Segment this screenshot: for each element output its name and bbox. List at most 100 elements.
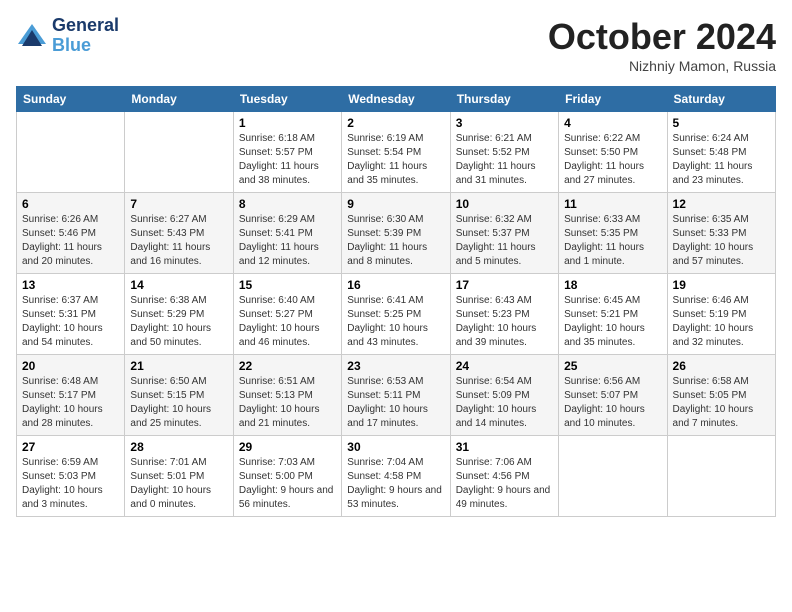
weekday-header-thursday: Thursday xyxy=(450,87,558,112)
day-number: 13 xyxy=(22,278,119,292)
day-info: Sunrise: 6:46 AMSunset: 5:19 PMDaylight:… xyxy=(673,294,770,350)
day-number: 11 xyxy=(564,197,661,211)
calendar-cell: 19 Sunrise: 6:46 AMSunset: 5:19 PMDayligh… xyxy=(667,274,775,355)
day-number: 21 xyxy=(130,359,227,373)
day-number: 2 xyxy=(347,116,444,130)
calendar-cell: 22 Sunrise: 6:51 AMSunset: 5:13 PMDayligh… xyxy=(233,355,341,436)
day-info: Sunrise: 6:53 AMSunset: 5:11 PMDaylight:… xyxy=(347,375,444,431)
day-number: 23 xyxy=(347,359,444,373)
weekday-header-sunday: Sunday xyxy=(17,87,125,112)
day-number: 14 xyxy=(130,278,227,292)
day-info: Sunrise: 6:27 AMSunset: 5:43 PMDaylight:… xyxy=(130,213,227,269)
calendar-cell: 30Sunrise: 7:04 AMSunset: 4:58 PMDayligh… xyxy=(342,436,450,517)
day-info: Sunrise: 6:43 AMSunset: 5:23 PMDaylight:… xyxy=(456,294,553,350)
calendar-cell xyxy=(559,436,667,517)
day-info: Sunrise: 6:58 AMSunset: 5:05 PMDaylight:… xyxy=(673,375,770,431)
day-number: 5 xyxy=(673,116,770,130)
logo: General Blue xyxy=(16,16,119,56)
calendar-cell xyxy=(17,112,125,193)
day-number: 26 xyxy=(673,359,770,373)
day-number: 4 xyxy=(564,116,661,130)
calendar-cell: 6 Sunrise: 6:26 AMSunset: 5:46 PMDaylight… xyxy=(17,193,125,274)
calendar-cell: 4 Sunrise: 6:22 AMSunset: 5:50 PMDaylight… xyxy=(559,112,667,193)
calendar-cell: 29 Sunrise: 7:03 AMSunset: 5:00 PMDayligh… xyxy=(233,436,341,517)
calendar-cell: 21 Sunrise: 6:50 AMSunset: 5:15 PMDayligh… xyxy=(125,355,233,436)
day-info: Sunrise: 6:37 AMSunset: 5:31 PMDaylight:… xyxy=(22,294,119,350)
day-info: Sunrise: 7:03 AMSunset: 5:00 PMDaylight:… xyxy=(239,456,336,512)
calendar-cell: 2 Sunrise: 6:19 AMSunset: 5:54 PMDaylight… xyxy=(342,112,450,193)
day-number: 28 xyxy=(130,440,227,454)
day-info: Sunrise: 6:26 AMSunset: 5:46 PMDaylight:… xyxy=(22,213,119,269)
day-info: Sunrise: 6:38 AMSunset: 5:29 PMDaylight:… xyxy=(130,294,227,350)
title-block: October 2024 Nizhniy Mamon, Russia xyxy=(548,16,776,74)
day-info: Sunrise: 6:56 AMSunset: 5:07 PMDaylight:… xyxy=(564,375,661,431)
weekday-header-tuesday: Tuesday xyxy=(233,87,341,112)
calendar-cell: 31 Sunrise: 7:06 AMSunset: 4:56 PMDayligh… xyxy=(450,436,558,517)
day-info: Sunrise: 6:50 AMSunset: 5:15 PMDaylight:… xyxy=(130,375,227,431)
logo-icon xyxy=(16,22,48,50)
day-info: Sunrise: 6:51 AMSunset: 5:13 PMDaylight:… xyxy=(239,375,336,431)
day-number: 20 xyxy=(22,359,119,373)
calendar-cell: 24 Sunrise: 6:54 AMSunset: 5:09 PMDayligh… xyxy=(450,355,558,436)
day-number: 22 xyxy=(239,359,336,373)
day-info: Sunrise: 6:33 AMSunset: 5:35 PMDaylight:… xyxy=(564,213,661,269)
day-number: 27 xyxy=(22,440,119,454)
calendar-cell: 9 Sunrise: 6:30 AMSunset: 5:39 PMDaylight… xyxy=(342,193,450,274)
day-info: Sunrise: 7:01 AMSunset: 5:01 PMDaylight:… xyxy=(130,456,227,512)
day-info: Sunrise: 6:41 AMSunset: 5:25 PMDaylight:… xyxy=(347,294,444,350)
day-info: Sunrise: 6:29 AMSunset: 5:41 PMDaylight:… xyxy=(239,213,336,269)
logo-text: General Blue xyxy=(52,16,119,56)
day-info: Sunrise: 6:24 AMSunset: 5:48 PMDaylight:… xyxy=(673,132,770,188)
day-info: Sunrise: 7:06 AMSunset: 4:56 PMDaylight:… xyxy=(456,456,553,512)
day-info: Sunrise: 6:40 AMSunset: 5:27 PMDaylight:… xyxy=(239,294,336,350)
day-info: Sunrise: 6:32 AMSunset: 5:37 PMDaylight:… xyxy=(456,213,553,269)
day-number: 16 xyxy=(347,278,444,292)
day-number: 25 xyxy=(564,359,661,373)
day-info: Sunrise: 6:30 AMSunset: 5:39 PMDaylight:… xyxy=(347,213,444,269)
calendar-cell: 12 Sunrise: 6:35 AMSunset: 5:33 PMDayligh… xyxy=(667,193,775,274)
day-info: Sunrise: 6:35 AMSunset: 5:33 PMDaylight:… xyxy=(673,213,770,269)
day-info: Sunrise: 6:21 AMSunset: 5:52 PMDaylight:… xyxy=(456,132,553,188)
day-number: 7 xyxy=(130,197,227,211)
calendar-cell: 28 Sunrise: 7:01 AMSunset: 5:01 PMDayligh… xyxy=(125,436,233,517)
day-number: 6 xyxy=(22,197,119,211)
calendar-cell: 27 Sunrise: 6:59 AMSunset: 5:03 PMDayligh… xyxy=(17,436,125,517)
calendar-cell: 15Sunrise: 6:40 AMSunset: 5:27 PMDayligh… xyxy=(233,274,341,355)
day-number: 29 xyxy=(239,440,336,454)
day-number: 19 xyxy=(673,278,770,292)
day-info: Sunrise: 6:48 AMSunset: 5:17 PMDaylight:… xyxy=(22,375,119,431)
day-info: Sunrise: 6:45 AMSunset: 5:21 PMDaylight:… xyxy=(564,294,661,350)
day-number: 24 xyxy=(456,359,553,373)
day-number: 1 xyxy=(239,116,336,130)
day-number: 17 xyxy=(456,278,553,292)
calendar-cell: 3 Sunrise: 6:21 AMSunset: 5:52 PMDaylight… xyxy=(450,112,558,193)
day-number: 10 xyxy=(456,197,553,211)
calendar-cell xyxy=(667,436,775,517)
day-number: 9 xyxy=(347,197,444,211)
weekday-header-monday: Monday xyxy=(125,87,233,112)
page-header: General Blue October 2024 Nizhniy Mamon,… xyxy=(16,16,776,74)
calendar-cell: 23 Sunrise: 6:53 AMSunset: 5:11 PMDayligh… xyxy=(342,355,450,436)
weekday-header-saturday: Saturday xyxy=(667,87,775,112)
day-info: Sunrise: 6:22 AMSunset: 5:50 PMDaylight:… xyxy=(564,132,661,188)
day-number: 12 xyxy=(673,197,770,211)
day-number: 3 xyxy=(456,116,553,130)
day-info: Sunrise: 6:19 AMSunset: 5:54 PMDaylight:… xyxy=(347,132,444,188)
month-title: October 2024 xyxy=(548,16,776,58)
calendar-cell: 20 Sunrise: 6:48 AMSunset: 5:17 PMDayligh… xyxy=(17,355,125,436)
calendar-cell: 13 Sunrise: 6:37 AMSunset: 5:31 PMDayligh… xyxy=(17,274,125,355)
day-number: 8 xyxy=(239,197,336,211)
calendar-header: SundayMondayTuesdayWednesdayThursdayFrid… xyxy=(17,87,776,112)
calendar-cell: 8 Sunrise: 6:29 AMSunset: 5:41 PMDaylight… xyxy=(233,193,341,274)
day-info: Sunrise: 7:04 AMSunset: 4:58 PMDaylight:… xyxy=(347,456,444,512)
calendar-cell: 18 Sunrise: 6:45 AMSunset: 5:21 PMDayligh… xyxy=(559,274,667,355)
calendar-cell: 10 Sunrise: 6:32 AMSunset: 5:37 PMDayligh… xyxy=(450,193,558,274)
day-number: 18 xyxy=(564,278,661,292)
day-info: Sunrise: 6:54 AMSunset: 5:09 PMDaylight:… xyxy=(456,375,553,431)
calendar-cell: 25 Sunrise: 6:56 AMSunset: 5:07 PMDayligh… xyxy=(559,355,667,436)
day-info: Sunrise: 6:59 AMSunset: 5:03 PMDaylight:… xyxy=(22,456,119,512)
weekday-header-friday: Friday xyxy=(559,87,667,112)
calendar-cell xyxy=(125,112,233,193)
calendar-cell: 7 Sunrise: 6:27 AMSunset: 5:43 PMDaylight… xyxy=(125,193,233,274)
day-number: 31 xyxy=(456,440,553,454)
